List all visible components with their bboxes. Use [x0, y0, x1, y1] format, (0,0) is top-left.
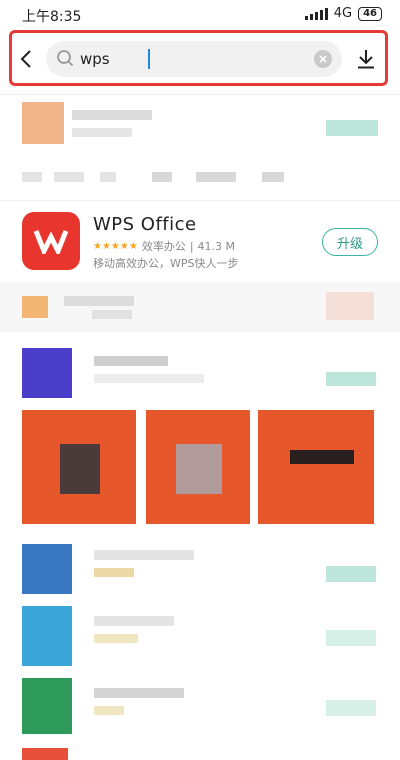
search-icon: [57, 50, 74, 67]
screenshot-detail: [176, 444, 222, 494]
section-divider: [0, 200, 400, 201]
app-icon: [22, 748, 68, 760]
wps-logo-icon[interactable]: [22, 212, 80, 270]
battery-icon: 46: [358, 6, 382, 21]
related-tags: [0, 164, 400, 194]
list-item[interactable]: [0, 96, 400, 156]
header-divider: [0, 94, 400, 95]
install-button[interactable]: [326, 630, 376, 646]
text-caret: [148, 49, 150, 69]
app-category: 效率办公: [141, 240, 186, 253]
app-name-placeholder: [72, 110, 152, 120]
app-meta: ★★★★★ 效率办公 | 41.3 M: [93, 238, 235, 254]
app-description: 移动高效办公，WPS快人一步: [93, 257, 239, 270]
app-name-placeholder: [94, 688, 184, 698]
app-icon: [22, 606, 72, 666]
clear-button[interactable]: [314, 50, 332, 68]
app-icon: [22, 678, 72, 734]
signal-icon: [304, 7, 328, 20]
tag[interactable]: [152, 172, 172, 182]
tag[interactable]: [262, 172, 284, 182]
list-item[interactable]: [0, 344, 400, 526]
chevron-left-icon: [20, 50, 31, 68]
app-size: 41.3 M: [197, 239, 236, 253]
tag[interactable]: [22, 172, 42, 182]
action-button[interactable]: [326, 292, 374, 320]
install-button[interactable]: [326, 372, 376, 386]
search-box[interactable]: [46, 41, 342, 77]
status-indicators: 4G 46: [304, 6, 382, 21]
download-button[interactable]: [354, 46, 378, 72]
app-meta-placeholder: [94, 706, 124, 715]
status-bar: 上午8:35 4G 46: [0, 0, 400, 28]
app-icon: [22, 102, 64, 144]
list-item[interactable]: [0, 282, 400, 332]
list-item[interactable]: [0, 604, 400, 668]
install-button[interactable]: [326, 120, 378, 136]
text-placeholder: [64, 296, 134, 306]
tag[interactable]: [196, 172, 236, 182]
app-meta-placeholder: [94, 634, 138, 643]
app-icon: [22, 296, 48, 318]
app-icon: [22, 544, 72, 594]
app-name-placeholder: [94, 616, 174, 626]
install-button[interactable]: [326, 700, 376, 716]
search-input[interactable]: [80, 47, 300, 71]
install-button[interactable]: [326, 566, 376, 582]
app-name[interactable]: WPS Office: [93, 214, 197, 235]
screenshot-detail: [60, 444, 100, 494]
tag[interactable]: [54, 172, 84, 182]
app-meta-placeholder: [94, 568, 134, 577]
list-item[interactable]: [0, 540, 400, 604]
wps-w-icon: [33, 230, 69, 254]
list-item[interactable]: [0, 676, 400, 740]
app-name-placeholder: [94, 356, 168, 366]
app-meta-placeholder: [94, 374, 204, 383]
meta-separator: |: [189, 239, 194, 253]
clear-icon: [319, 55, 327, 63]
app-name-placeholder: [94, 550, 194, 560]
back-button[interactable]: [15, 44, 37, 74]
rating-stars: ★★★★★: [93, 240, 138, 252]
status-time: 上午8:35: [22, 9, 82, 25]
network-type: 4G: [333, 6, 353, 21]
app-icon: [22, 348, 72, 398]
download-icon: [358, 50, 374, 69]
upgrade-button[interactable]: 升级: [322, 228, 378, 256]
app-meta-placeholder: [72, 128, 132, 137]
text-placeholder: [92, 310, 132, 319]
list-item[interactable]: [0, 742, 400, 760]
screenshot[interactable]: [258, 410, 374, 524]
screenshot-detail: [290, 450, 354, 464]
tag[interactable]: [100, 172, 116, 182]
